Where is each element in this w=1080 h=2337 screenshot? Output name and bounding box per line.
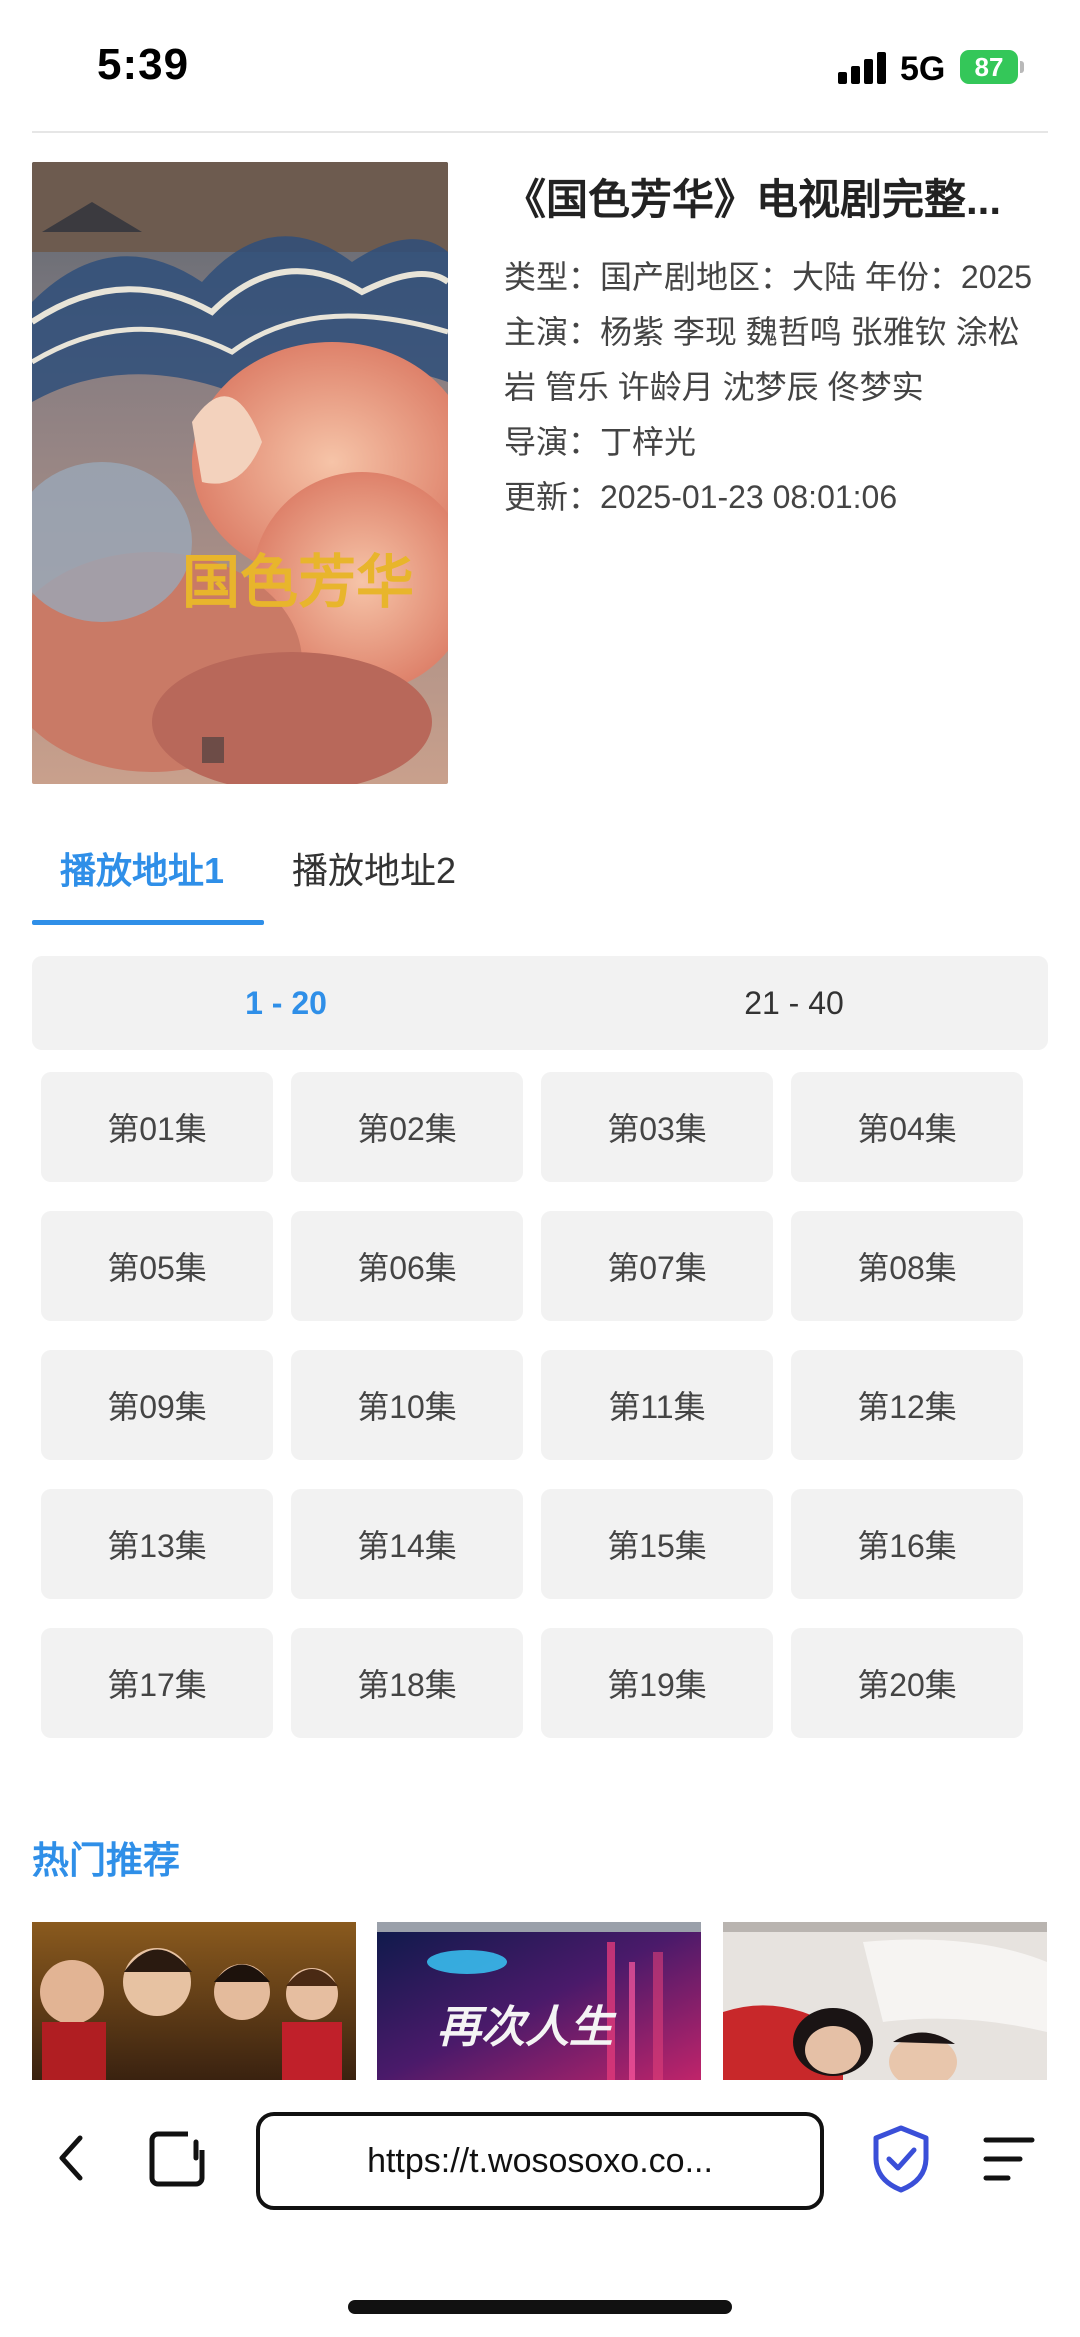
episode-button[interactable]: 第08集 xyxy=(791,1211,1023,1321)
menu-icon[interactable] xyxy=(980,2134,1036,2184)
detail-info: 类型：国产剧地区：大陆 年份：2025 主演：杨紫 李现 魏哲鸣 张雅钦 涂松岩… xyxy=(504,250,1034,525)
recommend-heading: 热门推荐 xyxy=(32,1840,180,1881)
info-updated: 更新：2025-01-23 08:01:06 xyxy=(504,479,898,515)
network-type: 5G xyxy=(900,50,946,88)
episode-button[interactable]: 第06集 xyxy=(291,1211,523,1321)
episode-button[interactable]: 第15集 xyxy=(541,1489,773,1599)
thumbnail-title-text: 再次人生 xyxy=(437,2003,617,2052)
recommend-thumbnail-2[interactable]: 再次人生 xyxy=(377,1922,701,2080)
poster-image[interactable]: 国色芳华 xyxy=(32,162,448,784)
poster-title-text: 国色芳华 xyxy=(182,550,414,615)
recommend-thumbnail-3[interactable] xyxy=(723,1922,1047,2080)
recommend-thumbnail-1[interactable] xyxy=(32,1922,356,2080)
status-time: 5:39 xyxy=(97,40,190,89)
info-genre-region-year: 类型：国产剧地区：大陆 年份：2025 xyxy=(504,259,1033,295)
episode-button[interactable]: 第14集 xyxy=(291,1489,523,1599)
episode-button[interactable]: 第02集 xyxy=(291,1072,523,1182)
episode-button[interactable]: 第13集 xyxy=(41,1489,273,1599)
episode-grid: 第01集 第02集 第03集 第04集 第05集 第06集 第07集 第08集 … xyxy=(41,1072,1041,1738)
episode-button[interactable]: 第04集 xyxy=(791,1072,1023,1182)
episode-button[interactable]: 第03集 xyxy=(541,1072,773,1182)
episode-button[interactable]: 第05集 xyxy=(41,1211,273,1321)
episode-button[interactable]: 第10集 xyxy=(291,1350,523,1460)
info-cast: 主演：杨紫 李现 魏哲鸣 张雅钦 涂松岩 管乐 许龄月 沈梦辰 佟梦实 xyxy=(504,314,1020,405)
info-director: 导演：丁梓光 xyxy=(504,424,697,460)
range-1-20[interactable]: 1 - 20 xyxy=(32,956,540,1050)
address-bar[interactable]: https://t.wososoxo.co... xyxy=(256,2112,824,2210)
back-icon[interactable] xyxy=(52,2130,92,2186)
battery-icon: 87 xyxy=(960,50,1024,84)
episode-button[interactable]: 第18集 xyxy=(291,1628,523,1738)
episode-button[interactable]: 第20集 xyxy=(791,1628,1023,1738)
episode-button[interactable]: 第01集 xyxy=(41,1072,273,1182)
home-indicator xyxy=(348,2300,732,2314)
status-bar: 5:39 5G 87 xyxy=(0,0,1080,132)
episode-button[interactable]: 第09集 xyxy=(41,1350,273,1460)
episode-button[interactable]: 第17集 xyxy=(41,1628,273,1738)
range-21-40[interactable]: 21 - 40 xyxy=(540,956,1048,1050)
tab-source-2[interactable]: 播放地址2 xyxy=(292,842,456,894)
episode-button[interactable]: 第11集 xyxy=(541,1350,773,1460)
active-tab-indicator xyxy=(32,920,264,925)
episode-button[interactable]: 第19集 xyxy=(541,1628,773,1738)
battery-level: 87 xyxy=(960,50,1018,84)
episode-button[interactable]: 第16集 xyxy=(791,1489,1023,1599)
tabs-icon[interactable] xyxy=(148,2128,208,2190)
episode-button[interactable]: 第07集 xyxy=(541,1211,773,1321)
episode-range-selector: 1 - 20 21 - 40 xyxy=(32,956,1048,1050)
cellular-signal-icon xyxy=(838,52,886,84)
episode-button[interactable]: 第12集 xyxy=(791,1350,1023,1460)
page-title: 《国色芳华》电视剧完整... xyxy=(504,176,1002,223)
divider xyxy=(32,131,1048,133)
shield-icon[interactable] xyxy=(870,2124,932,2194)
tab-source-1[interactable]: 播放地址1 xyxy=(60,842,224,894)
